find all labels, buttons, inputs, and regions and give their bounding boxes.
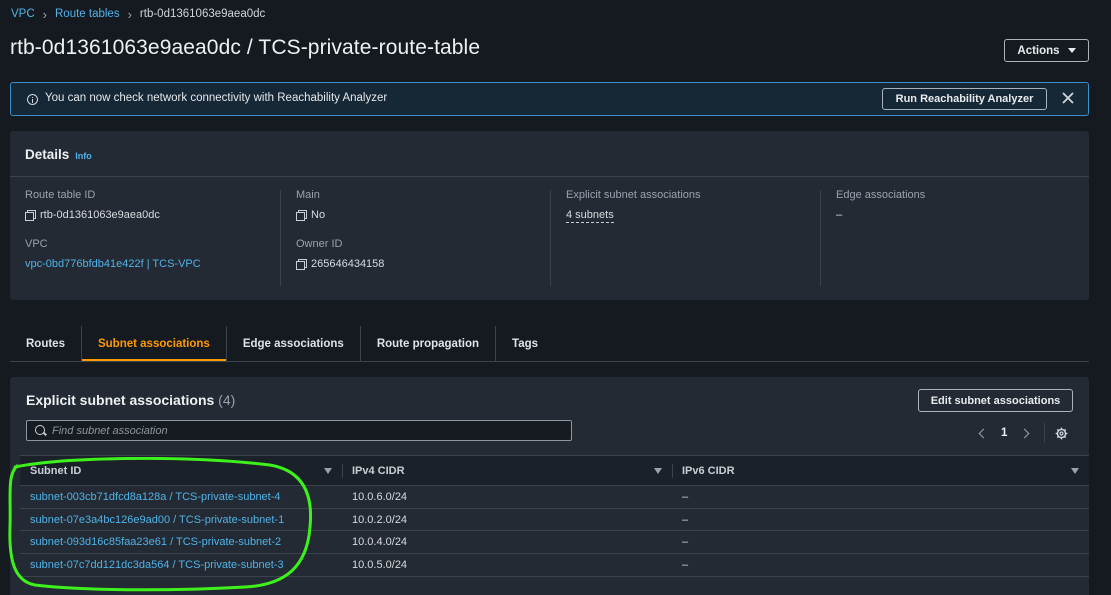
run-reachability-analyzer-button[interactable]: Run Reachability Analyzer <box>882 88 1047 110</box>
copy-icon[interactable] <box>25 210 36 221</box>
details-panel: Details Info Route table ID rtb-0d136106… <box>10 131 1089 300</box>
chevron-right-icon: › <box>42 6 47 22</box>
actions-button[interactable]: Actions <box>1004 39 1089 62</box>
ipv6-cidr-cell: – <box>672 508 1089 532</box>
tab-subnet-associations[interactable]: Subnet associations <box>81 326 227 361</box>
breadcrumb: VPC › Route tables › rtb-0d1361063e9aea0… <box>11 6 265 22</box>
panel-count: (4) <box>218 392 236 408</box>
tab-bar: Routes Subnet associations Edge associat… <box>10 326 1089 361</box>
actions-label: Actions <box>1017 44 1060 57</box>
breadcrumb-vpc[interactable]: VPC <box>11 8 35 20</box>
close-icon[interactable] <box>1061 91 1075 105</box>
caret-down-icon <box>1067 48 1076 53</box>
divider <box>10 176 1089 177</box>
route-table-id-value: rtb-0d1361063e9aea0dc <box>40 209 160 221</box>
column-divider <box>550 190 551 286</box>
highlight-annotation <box>8 457 313 592</box>
tab-route-propagation[interactable]: Route propagation <box>361 326 497 361</box>
edge-associations-value: – <box>836 209 843 221</box>
explicit-associations-value[interactable]: 4 subnets <box>566 209 614 223</box>
column-divider <box>280 190 281 286</box>
info-icon <box>27 94 38 105</box>
chevron-right-icon[interactable] <box>1019 428 1030 438</box>
panel-title-text: Explicit subnet associations <box>26 392 215 408</box>
page-number[interactable]: 1 <box>1001 427 1007 439</box>
details-col-3: Explicit subnet associations 4 subnets <box>566 189 701 223</box>
ipv6-cidr-cell: – <box>672 553 1089 577</box>
copy-icon[interactable] <box>296 259 307 270</box>
search-icon <box>35 425 45 435</box>
breadcrumb-current: rtb-0d1361063e9aea0dc <box>139 8 266 20</box>
column-header-ipv6-cidr[interactable]: IPv6 CIDR <box>672 455 1089 486</box>
tab-routes[interactable]: Routes <box>10 326 82 361</box>
details-col-4: Edge associations – <box>836 189 925 221</box>
info-banner: You can now check network connectivity w… <box>10 82 1089 116</box>
owner-id-value: 265646434158 <box>311 258 385 270</box>
details-col-2: Main No Owner ID 265646434158 <box>296 189 384 270</box>
panel-title: Explicit subnet associations (4) <box>26 392 235 408</box>
page-title: rtb-0d1361063e9aea0dc / TCS-private-rout… <box>10 36 481 59</box>
sort-icon[interactable] <box>654 468 662 474</box>
column-divider <box>820 190 821 286</box>
column-header-ipv4-cidr[interactable]: IPv4 CIDR <box>342 455 672 486</box>
details-title: Details <box>25 147 70 162</box>
gear-icon[interactable] <box>1055 427 1068 440</box>
route-table-id-label: Route table ID <box>25 189 96 201</box>
explicit-associations-label: Explicit subnet associations <box>566 189 701 201</box>
banner-message: You can now check network connectivity w… <box>45 92 388 104</box>
edge-associations-label: Edge associations <box>836 189 926 201</box>
ipv4-cidr-cell: 10.0.2.0/24 <box>342 508 672 532</box>
chevron-right-icon: › <box>127 6 132 22</box>
ipv6-cidr-cell: – <box>672 530 1089 555</box>
copy-icon[interactable] <box>296 210 307 221</box>
vpc-link[interactable]: vpc-0bd776bfdb41e422f | TCS-VPC <box>25 258 201 270</box>
info-link[interactable]: Info <box>75 151 92 161</box>
main-value: No <box>311 209 326 221</box>
pagination: 1 <box>978 423 1068 443</box>
chevron-left-icon[interactable] <box>978 428 989 438</box>
tab-underline <box>10 361 1089 362</box>
main-label: Main <box>296 189 320 201</box>
ipv6-cidr-cell: – <box>672 485 1089 509</box>
sort-icon[interactable] <box>324 468 332 474</box>
search-input[interactable] <box>26 420 572 441</box>
edit-subnet-associations-button[interactable]: Edit subnet associations <box>918 389 1073 412</box>
breadcrumb-route-tables[interactable]: Route tables <box>55 8 120 20</box>
owner-id-label: Owner ID <box>296 238 343 250</box>
tab-tags[interactable]: Tags <box>496 326 554 361</box>
ipv4-cidr-cell: 10.0.5.0/24 <box>342 553 672 577</box>
vpc-label: VPC <box>25 238 48 250</box>
ipv4-cidr-cell: 10.0.4.0/24 <box>342 530 672 555</box>
tab-edge-associations[interactable]: Edge associations <box>227 326 361 361</box>
ipv4-cidr-cell: 10.0.6.0/24 <box>342 485 672 509</box>
details-col-1: Route table ID rtb-0d1361063e9aea0dc VPC… <box>25 189 201 270</box>
sort-icon[interactable] <box>1071 468 1079 474</box>
divider <box>1044 423 1046 443</box>
